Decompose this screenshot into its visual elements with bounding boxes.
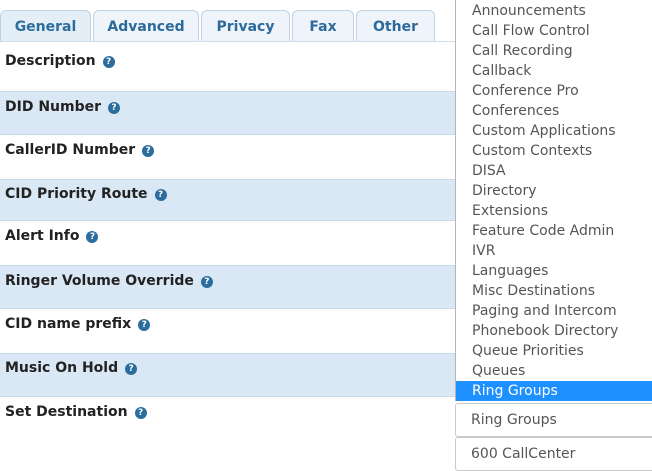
tab-advanced[interactable]: Advanced (93, 10, 199, 42)
cid-priority-route-label-text: CID Priority Route (5, 186, 148, 202)
dropdown-option[interactable]: Conferences (456, 101, 652, 121)
dropdown-option[interactable]: Conference Pro (456, 81, 652, 101)
dropdown-option[interactable]: IVR (456, 241, 652, 261)
row-callerid-number: CallerID Number? (0, 136, 470, 178)
did-number-label: DID Number? (5, 99, 121, 115)
set-destination-label-text: Set Destination (5, 404, 128, 420)
help-icon[interactable]: ? (154, 189, 167, 201)
dropdown-option[interactable]: Queue Priorities (456, 341, 652, 361)
dropdown-option[interactable]: Call Flow Control (456, 21, 652, 41)
dropdown-option-selected[interactable]: Ring Groups (456, 381, 652, 401)
tab-fax[interactable]: Fax (292, 10, 354, 42)
help-icon[interactable]: ? (108, 102, 121, 114)
dropdown-option[interactable]: Extensions (456, 201, 652, 221)
row-alert-info: Alert Info? (0, 222, 470, 264)
dropdown-option[interactable]: Paging and Intercom (456, 301, 652, 321)
row-description: Description? (0, 44, 470, 90)
ringer-volume-override-label: Ringer Volume Override? (5, 273, 213, 289)
help-icon[interactable]: ? (200, 276, 213, 288)
help-icon[interactable]: ? (138, 319, 151, 331)
destination-category-select[interactable]: Ring Groups (455, 403, 652, 437)
row-music-on-hold: Music On Hold? (0, 353, 470, 397)
dropdown-option[interactable]: Custom Contexts (456, 141, 652, 161)
destination-target-select[interactable]: 600 CallCenter (455, 437, 652, 471)
dropdown-option[interactable]: Queues (456, 361, 652, 381)
alert-info-label: Alert Info? (5, 228, 99, 244)
tab-privacy[interactable]: Privacy (201, 10, 290, 42)
destination-category-dropdown-list[interactable]: Announcements Call Flow Control Call Rec… (455, 0, 652, 401)
description-label: Description? (5, 53, 115, 69)
cid-name-prefix-label: CID name prefix? (5, 316, 151, 332)
tab-other[interactable]: Other (356, 10, 435, 42)
dropdown-option[interactable]: Callback (456, 61, 652, 81)
dropdown-option[interactable]: DISA (456, 161, 652, 181)
help-icon[interactable]: ? (142, 145, 155, 157)
row-set-destination: Set Destination? (0, 398, 470, 471)
set-destination-label: Set Destination? (5, 404, 147, 420)
did-number-label-text: DID Number (5, 99, 102, 115)
callerid-number-label-text: CallerID Number (5, 142, 136, 158)
tab-general[interactable]: General (0, 10, 91, 42)
dropdown-option[interactable]: Feature Code Admin (456, 221, 652, 241)
ringer-volume-override-label-text: Ringer Volume Override (5, 273, 194, 289)
row-cid-priority-route: CID Priority Route? (0, 179, 470, 221)
tab-divider (0, 41, 460, 42)
music-on-hold-label-text: Music On Hold (5, 360, 119, 376)
tab-bar: General Advanced Privacy Fax Other (0, 0, 460, 42)
dropdown-option[interactable]: Phonebook Directory (456, 321, 652, 341)
row-cid-name-prefix: CID name prefix? (0, 310, 470, 352)
dropdown-option[interactable]: Misc Destinations (456, 281, 652, 301)
help-icon[interactable]: ? (86, 231, 99, 243)
dropdown-option[interactable]: Directory (456, 181, 652, 201)
row-ringer-volume-override: Ringer Volume Override? (0, 265, 470, 309)
dropdown-option[interactable]: Announcements (456, 1, 652, 21)
help-icon[interactable]: ? (125, 363, 138, 375)
alert-info-label-text: Alert Info (5, 228, 80, 244)
dropdown-option[interactable]: Call Recording (456, 41, 652, 61)
description-label-text: Description (5, 53, 96, 69)
dropdown-option[interactable]: Languages (456, 261, 652, 281)
dropdown-option[interactable]: Custom Applications (456, 121, 652, 141)
music-on-hold-label: Music On Hold? (5, 360, 138, 376)
cid-name-prefix-label-text: CID name prefix (5, 316, 132, 332)
help-icon[interactable]: ? (102, 56, 115, 68)
callerid-number-label: CallerID Number? (5, 142, 155, 158)
cid-priority-route-label: CID Priority Route? (5, 186, 167, 202)
help-icon[interactable]: ? (134, 407, 147, 419)
row-did-number: DID Number? (0, 91, 470, 135)
